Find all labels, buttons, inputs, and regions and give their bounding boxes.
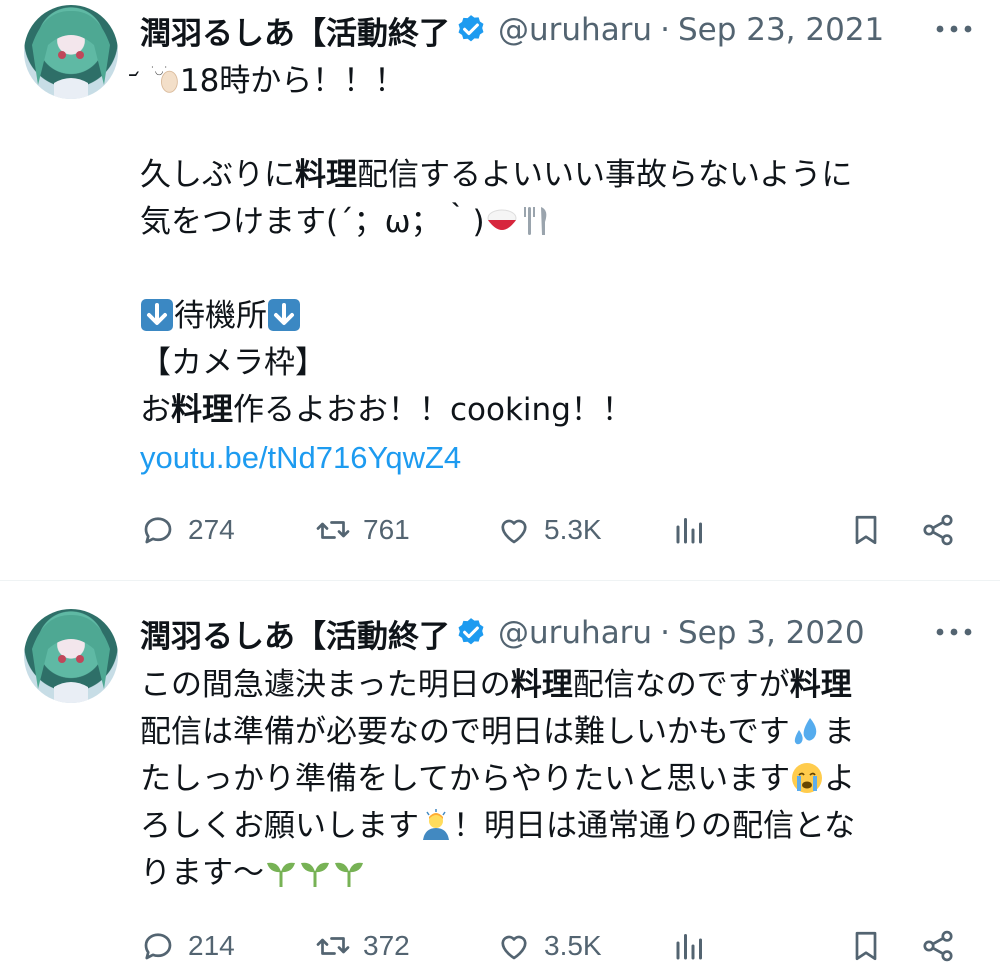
action-bar: 274 761 5.3K bbox=[140, 505, 960, 555]
retweet-count: 761 bbox=[363, 514, 410, 545]
views-icon bbox=[676, 934, 702, 960]
retweet-icon bbox=[316, 521, 350, 539]
bookmark-button[interactable] bbox=[848, 505, 896, 555]
timestamp[interactable]: Sep 23, 2021 bbox=[678, 12, 884, 48]
avatar-image bbox=[32, 614, 110, 703]
share-button[interactable] bbox=[920, 505, 968, 555]
tweet[interactable]: 潤羽るしあ【活動終了 @uruharu · Sep 23, 2021 ᷄ ˙◡˙… bbox=[0, 0, 1000, 580]
share-icon bbox=[923, 514, 953, 546]
seedling-emoji bbox=[301, 862, 329, 887]
action-bar: 214 372 3.5K bbox=[140, 921, 960, 971]
seedling-emoji bbox=[335, 862, 363, 887]
sweat-droplets-emoji bbox=[794, 718, 817, 745]
views-button[interactable] bbox=[672, 505, 720, 555]
avatar[interactable] bbox=[24, 609, 118, 703]
handle[interactable]: @uruharu bbox=[498, 615, 652, 651]
verified-badge-icon bbox=[458, 618, 484, 645]
share-button[interactable] bbox=[920, 921, 968, 971]
bookmark-button[interactable] bbox=[848, 921, 896, 971]
tweet-header: 潤羽るしあ【活動終了 @uruharu · Sep 23, 2021 bbox=[140, 8, 976, 53]
separator: · bbox=[660, 12, 670, 48]
timestamp[interactable]: Sep 3, 2020 bbox=[678, 615, 865, 651]
avatar[interactable] bbox=[24, 5, 118, 99]
like-button[interactable]: 3.5K bbox=[496, 921, 602, 971]
retweet-button[interactable]: 761 bbox=[315, 505, 410, 555]
tweet-text: この間急遽決まった明日の料理配信なのですが料理 配信は準備が必要なので明日は難し… bbox=[140, 667, 856, 891]
reply-button[interactable]: 214 bbox=[140, 921, 235, 971]
like-count: 3.5K bbox=[544, 930, 602, 961]
more-icon[interactable] bbox=[932, 617, 976, 647]
bookmark-icon bbox=[855, 931, 877, 961]
retweet-button[interactable]: 372 bbox=[315, 921, 410, 971]
down-arrow-emoji bbox=[268, 299, 300, 331]
separator: · bbox=[660, 615, 670, 651]
down-arrow-emoji bbox=[141, 299, 173, 331]
display-name[interactable]: 潤羽るしあ【活動終了 bbox=[140, 611, 450, 656]
like-icon bbox=[501, 935, 527, 960]
more-icon[interactable] bbox=[932, 14, 976, 44]
views-icon bbox=[676, 518, 702, 544]
bowing-person-emoji bbox=[423, 809, 449, 840]
avatar-image bbox=[32, 10, 110, 99]
verified-badge-icon bbox=[458, 15, 484, 42]
like-count: 5.3K bbox=[544, 514, 602, 545]
views-button[interactable] bbox=[672, 921, 720, 971]
reply-count: 214 bbox=[188, 930, 235, 961]
rice-bowl-emoji bbox=[487, 209, 517, 230]
bookmark-icon bbox=[855, 515, 877, 545]
reply-icon bbox=[144, 933, 172, 960]
tweet-link[interactable]: youtu.be/tNd716YqwZ4 bbox=[140, 440, 461, 475]
retweet-icon bbox=[316, 937, 350, 955]
tweet-text: ᷄ ˙◡˙ 18時から！！！ 久しぶりに料理配信するよいいい事故らないように 気… bbox=[140, 63, 853, 475]
crying-face-emoji bbox=[792, 763, 823, 793]
tweet[interactable]: 潤羽るしあ【活動終了 @uruharu · Sep 3, 2020 この間急遽決… bbox=[0, 581, 1000, 970]
reply-button[interactable]: 274 bbox=[140, 505, 235, 555]
reply-count: 274 bbox=[188, 514, 235, 545]
share-icon bbox=[923, 930, 953, 962]
fork-knife-emoji bbox=[523, 207, 546, 235]
like-icon bbox=[501, 519, 527, 544]
tweet-header: 潤羽るしあ【活動終了 @uruharu · Sep 3, 2020 bbox=[140, 611, 976, 656]
display-name[interactable]: 潤羽るしあ【活動終了 bbox=[140, 8, 450, 53]
retweet-count: 372 bbox=[363, 930, 410, 961]
reply-icon bbox=[144, 517, 172, 544]
egg-emoji: ˙◡˙ bbox=[150, 66, 178, 93]
handle[interactable]: @uruharu bbox=[498, 12, 652, 48]
seedling-emoji bbox=[267, 862, 295, 887]
like-button[interactable]: 5.3K bbox=[496, 505, 602, 555]
